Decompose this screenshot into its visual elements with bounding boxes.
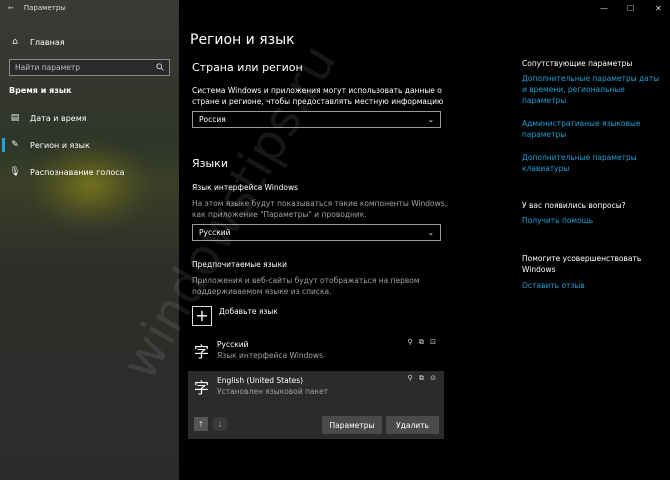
region-pen-icon: ✎ (11, 140, 19, 150)
main-content: Регион и язык Страна или регион Система … (179, 0, 510, 480)
languages-heading: Языки (192, 157, 228, 170)
plus-icon: + (195, 306, 209, 325)
language-glyph-icon: 字 (194, 343, 210, 361)
sidebar-item-date-time[interactable]: ▤ Дата и время (0, 111, 179, 125)
nav-home-label: Главная (30, 37, 65, 47)
language-glyph-icon: 字 (194, 379, 210, 397)
get-help-link[interactable]: Получить помощь (522, 215, 662, 226)
interface-language-value: Русский (199, 228, 231, 237)
chevron-down-icon: ⌄ (427, 228, 434, 237)
remove-language-button[interactable]: Удалить (386, 416, 439, 434)
add-language-button[interactable]: + (192, 306, 212, 326)
minimize-icon[interactable]: — (600, 4, 608, 13)
language-options-button[interactable]: Параметры (322, 416, 382, 434)
sidebar-item-label: Распознавание голоса (30, 167, 125, 177)
language-item-russian[interactable]: 字 Русский Язык интерфейса Windows ⚲ ⧉ ⊡ (188, 335, 444, 371)
country-dropdown[interactable]: Россия ⌄ (192, 111, 441, 128)
preferred-languages-label: Предпочитаемые языки (192, 260, 287, 269)
window-title: Параметры (23, 4, 66, 12)
language-feature-icons: ⚲ ⧉ ⊡ (407, 338, 438, 346)
sidebar-item-label: Дата и время (30, 113, 87, 123)
feedback-link[interactable]: Оставить отзыв (522, 280, 662, 291)
search-icon[interactable] (156, 62, 164, 73)
related-heading: Сопутствующие параметры (522, 59, 633, 68)
arrow-down-icon: ↓ (216, 419, 224, 429)
search-input[interactable]: Найти параметр (9, 59, 170, 76)
language-status: Установлен языковой пакет (217, 387, 329, 396)
interface-language-dropdown[interactable]: Русский ⌄ (192, 224, 441, 241)
microphone-icon: 🎙 (9, 167, 21, 177)
chevron-down-icon: ⌄ (427, 115, 434, 124)
section-title: Время и язык (9, 86, 72, 95)
preferred-languages-description: Приложения и веб-сайты будут отображатьс… (192, 276, 420, 296)
interface-language-description: На этом языке будут показываться такие к… (192, 199, 448, 219)
sidebar-item-label: Регион и язык (30, 140, 90, 150)
page-title: Регион и язык (190, 32, 295, 48)
country-value: Россия (199, 115, 226, 124)
nav-home[interactable]: ⌂ Главная (0, 35, 179, 49)
country-heading: Страна или регион (192, 61, 303, 74)
close-icon[interactable]: ✕ (655, 4, 662, 13)
back-arrow-icon[interactable]: ← (8, 4, 14, 12)
language-item-english[interactable]: 字 English (United States) Установлен язы… (188, 371, 444, 407)
arrow-up-icon: ↑ (197, 419, 205, 429)
calendar-icon: ▤ (10, 113, 20, 123)
link-admin-language[interactable]: Административные языковые параметры (522, 118, 662, 140)
maximize-icon[interactable]: ☐ (627, 4, 634, 13)
improve-heading: Помогите усовершенствовать Windows (522, 254, 642, 274)
language-status: Язык интерфейса Windows (217, 351, 324, 360)
sidebar-item-speech[interactable]: 🎙 Распознавание голоса (0, 165, 179, 179)
add-language-label[interactable]: Добавьте язык (219, 306, 278, 317)
search-placeholder: Найти параметр (15, 63, 80, 72)
language-feature-icons: ⚲ ⧉ ⊙ (407, 374, 438, 382)
question-heading: У вас появились вопросы? (522, 201, 626, 210)
move-down-button[interactable]: ↓ (213, 417, 227, 431)
language-name: English (United States) (217, 376, 304, 385)
sidebar-item-region-language[interactable]: ✎ Регион и язык (0, 138, 179, 152)
title-bar: ← Параметры (8, 4, 66, 12)
country-description: Система Windows и приложения могут испол… (192, 86, 444, 106)
home-icon: ⌂ (12, 37, 18, 47)
related-settings-panel: — ☐ ✕ Сопутствующие параметры Дополнител… (510, 0, 670, 480)
link-keyboard-settings[interactable]: Дополнительные параметры клавиатуры (522, 152, 662, 174)
sidebar: ← Параметры ⌂ Главная Найти параметр Вре… (0, 0, 179, 480)
link-date-time-regional[interactable]: Дополнительные параметры даты и времени,… (522, 73, 662, 106)
interface-language-label: Язык интерфейса Windows (192, 183, 299, 192)
language-name: Русский (217, 340, 249, 349)
move-up-button[interactable]: ↑ (194, 417, 208, 431)
